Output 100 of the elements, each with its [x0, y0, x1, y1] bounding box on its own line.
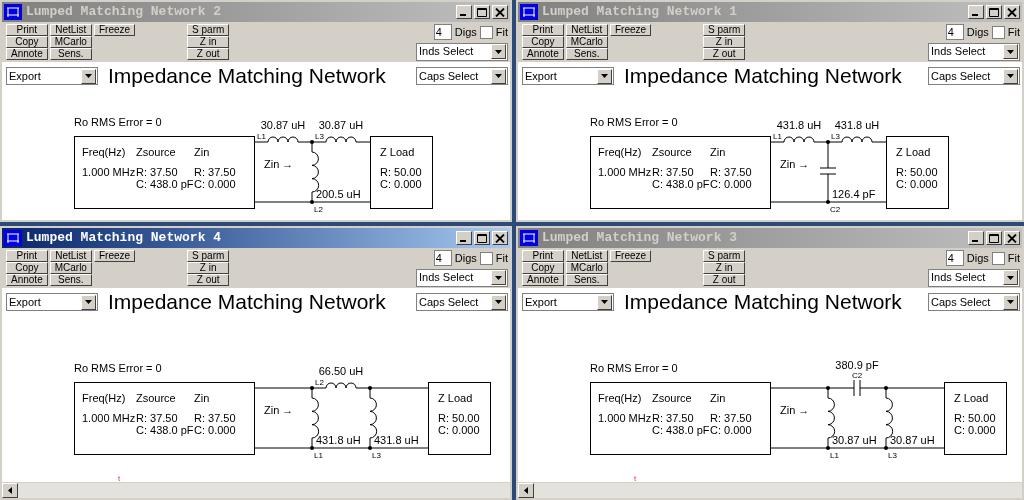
toolbar-button[interactable]: MCarlo [565, 262, 608, 274]
digits-field[interactable]: 4 [945, 250, 964, 267]
export-dropdown[interactable]: Export [522, 293, 614, 311]
toolbar-button[interactable]: Print [522, 250, 564, 262]
toolbar-button[interactable]: S parm [187, 24, 230, 36]
window-title: Lumped Matching Network 1 [542, 3, 739, 22]
capacitor-symbol [827, 379, 887, 397]
wire [885, 387, 945, 389]
scroll-left-icon[interactable] [518, 483, 534, 498]
export-dropdown[interactable]: Export [6, 293, 98, 311]
toolbar-button[interactable]: Copy [522, 36, 564, 48]
horizontal-scrollbar[interactable] [2, 482, 510, 498]
dropdown-value: Caps Select [930, 68, 992, 84]
toolbar-button[interactable]: Freeze [609, 24, 652, 36]
app-icon[interactable] [4, 230, 22, 246]
component-value: 380.9 pF [835, 359, 879, 371]
app-icon[interactable] [4, 4, 22, 20]
toolbar-button[interactable]: NetList [49, 250, 92, 262]
column-header: Freq(Hz) [598, 392, 642, 404]
app-icon[interactable] [520, 4, 538, 20]
column-header: Zsource [652, 146, 692, 158]
digits-label: Digs [966, 25, 989, 40]
toolbar-button[interactable]: Freeze [93, 250, 136, 262]
digits-field[interactable]: 4 [945, 24, 964, 41]
toolbar-button[interactable]: Print [522, 24, 564, 36]
load-value: R: 50.00 [380, 166, 422, 178]
component-label: L1 [314, 451, 323, 460]
app-icon[interactable] [520, 230, 538, 246]
toolbar-button[interactable]: S parm [187, 250, 230, 262]
inductors-dropdown[interactable]: Inds Select [416, 42, 508, 61]
toolbar-button[interactable]: Z in [187, 262, 230, 274]
toolbar-button[interactable]: Z out [703, 48, 746, 60]
load-value: C: 0.000 [438, 424, 480, 436]
toolbar-button[interactable]: Sens. [49, 274, 92, 286]
digits-field[interactable]: 4 [433, 250, 452, 267]
toolbar-button[interactable]: Sens. [49, 48, 92, 60]
toolbar-button[interactable]: NetList [565, 250, 608, 262]
fit-checkbox[interactable] [479, 25, 493, 39]
toolbar-button[interactable]: Z out [187, 274, 230, 286]
toolbar-button[interactable]: Z in [703, 36, 746, 48]
capacitors-dropdown[interactable]: Caps Select [928, 67, 1020, 85]
toolbar-button[interactable]: Sens. [565, 48, 608, 60]
toolbar-button[interactable]: Z out [703, 274, 746, 286]
export-dropdown[interactable]: Export [6, 67, 98, 85]
zin-value: R: 37.50 [194, 412, 236, 424]
load-value: C: 0.000 [954, 424, 996, 436]
zin-value: C: 0.000 [194, 178, 236, 190]
error-text: Ro RMS Error = 0 [590, 362, 678, 374]
zin-value: R: 37.50 [194, 166, 236, 178]
toolbar-button[interactable]: Annote [522, 274, 564, 286]
toolbar-button[interactable]: Freeze [609, 250, 652, 262]
zsource-value: R: 37.50 [652, 166, 694, 178]
component-label: L3 [888, 451, 897, 460]
capacitors-dropdown[interactable]: Caps Select [416, 293, 508, 311]
column-header: Zin [710, 146, 726, 158]
fit-checkbox[interactable] [479, 251, 493, 265]
toolbar-button[interactable]: MCarlo [49, 36, 92, 48]
toolbar-button[interactable]: Copy [6, 262, 48, 274]
load-value: R: 50.00 [438, 412, 480, 424]
toolbar-button[interactable]: Annote [6, 274, 48, 286]
toolbar-button[interactable]: Freeze [93, 24, 136, 36]
zin-value: C: 0.000 [710, 178, 752, 190]
digits-field[interactable]: 4 [433, 24, 452, 41]
export-dropdown[interactable]: Export [522, 67, 614, 85]
fit-checkbox[interactable] [991, 251, 1005, 265]
toolbar-button[interactable]: Annote [6, 48, 48, 60]
toolbar-button[interactable]: Print [6, 250, 48, 262]
frequency-value: 1.000 MHz [598, 412, 652, 424]
inductors-dropdown[interactable]: Inds Select [928, 268, 1020, 287]
dropdown-value: Inds Select [930, 44, 987, 60]
capacitors-dropdown[interactable]: Caps Select [928, 293, 1020, 311]
dropdown-value: Export [524, 294, 558, 310]
toolbar-button[interactable]: MCarlo [565, 36, 608, 48]
toolbar-button[interactable]: S parm [703, 250, 746, 262]
inductors-dropdown[interactable]: Inds Select [416, 268, 508, 287]
toolbar-button[interactable]: Z in [187, 36, 230, 48]
inductors-dropdown[interactable]: Inds Select [928, 42, 1020, 61]
toolbar-button[interactable]: Sens. [565, 274, 608, 286]
zin-value: R: 37.50 [710, 412, 752, 424]
toolbar-button[interactable]: NetList [565, 24, 608, 36]
component-label: L2 [314, 205, 323, 214]
toolbar-button[interactable]: MCarlo [49, 262, 92, 274]
toolbar-button[interactable]: Print [6, 24, 48, 36]
scroll-left-icon[interactable] [2, 483, 18, 498]
dropdown-value: Caps Select [418, 294, 480, 310]
fit-checkbox[interactable] [991, 25, 1005, 39]
toolbar-button[interactable]: NetList [49, 24, 92, 36]
toolbar-button[interactable]: Z out [187, 48, 230, 60]
dropdown-value: Export [8, 68, 42, 84]
capacitors-dropdown[interactable]: Caps Select [416, 67, 508, 85]
toolbar-button[interactable]: Copy [522, 262, 564, 274]
horizontal-scrollbar[interactable] [518, 482, 1022, 498]
toolbar-button[interactable]: Annote [522, 48, 564, 60]
toolbar-button[interactable]: Copy [6, 36, 48, 48]
component-value: 66.50 uH [318, 365, 364, 377]
fit-label: Fit [1007, 25, 1020, 40]
component-label: L1 [830, 451, 839, 460]
component-value: 431.8 uH [834, 119, 880, 131]
toolbar-button[interactable]: Z in [703, 262, 746, 274]
toolbar-button[interactable]: S parm [703, 24, 746, 36]
